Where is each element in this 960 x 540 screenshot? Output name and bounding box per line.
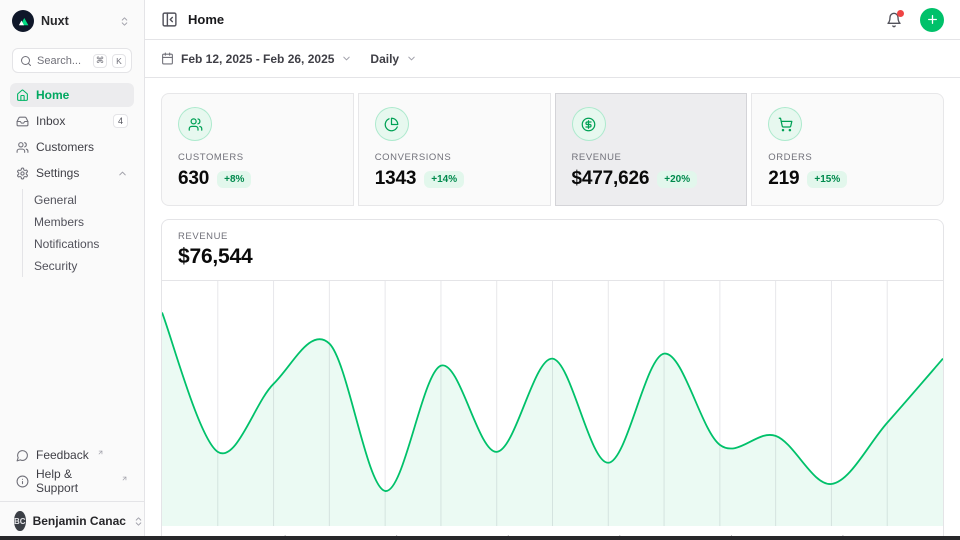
collapse-sidebar-button[interactable] <box>161 11 178 28</box>
date-range-picker[interactable]: Feb 12, 2025 - Feb 26, 2025 <box>161 52 352 66</box>
stat-value: 1343 <box>375 168 417 190</box>
sidebar-item-settings[interactable]: Settings <box>10 161 134 185</box>
sidebar-item-members[interactable]: Members <box>34 211 134 233</box>
revenue-area-chart[interactable]: 14 Feb16 Feb18 Feb20 Feb22 Feb24 Feb <box>162 281 943 540</box>
chevron-down-icon <box>341 53 352 64</box>
external-link-icon <box>121 475 128 482</box>
users-icon <box>16 141 29 154</box>
revenue-chart-card: REVENUE $76,544 14 Feb16 Feb18 Feb20 Feb… <box>161 219 944 540</box>
sidebar-item-general[interactable]: General <box>34 189 134 211</box>
shopping-cart-icon <box>768 107 802 141</box>
sidebar-item-security[interactable]: Security <box>34 255 134 277</box>
stat-card-orders[interactable]: ORDERS 219 +15% <box>751 93 944 206</box>
chart-header: REVENUE $76,544 <box>162 220 943 281</box>
chevron-down-icon <box>406 53 417 64</box>
page-title: Home <box>188 12 876 27</box>
stat-label: ORDERS <box>768 152 927 163</box>
filters-toolbar: Feb 12, 2025 - Feb 26, 2025 Daily <box>145 40 960 78</box>
user-menu[interactable]: BC Benjamin Canac <box>10 508 134 534</box>
page-header: Home <box>145 0 960 40</box>
sidebar-item-label: Inbox <box>36 114 106 128</box>
stats-row: CUSTOMERS 630 +8% CONVERSIONS 1343 +14% <box>161 93 944 206</box>
sidebar-footer-nav: Feedback Help & Support <box>10 443 134 493</box>
gear-icon <box>16 167 29 180</box>
date-range-value: Feb 12, 2025 - Feb 26, 2025 <box>181 52 334 66</box>
message-circle-icon <box>16 449 29 462</box>
stat-card-revenue[interactable]: REVENUE $477,626 +20% <box>555 93 748 206</box>
kbd-cmd: ⌘ <box>93 54 107 68</box>
sidebar-divider <box>0 501 144 502</box>
stat-label: REVENUE <box>572 152 731 163</box>
page-content: CUSTOMERS 630 +8% CONVERSIONS 1343 +14% <box>145 78 960 540</box>
stat-label: CUSTOMERS <box>178 152 337 163</box>
kbd-k: K <box>112 54 126 68</box>
workspace-name: Nuxt <box>41 14 112 28</box>
chart-metric-value: $76,544 <box>178 245 927 269</box>
chevrons-up-down-icon <box>119 16 130 27</box>
stat-delta-badge: +14% <box>424 171 464 188</box>
sidebar-item-feedback[interactable]: Feedback <box>10 443 134 467</box>
workspace-switcher[interactable]: Nuxt <box>10 8 134 34</box>
sidebar-item-label: Customers <box>36 140 128 154</box>
notification-dot <box>897 10 904 17</box>
inbox-icon <box>16 115 29 128</box>
sidebar-item-notifications[interactable]: Notifications <box>34 233 134 255</box>
stat-card-customers[interactable]: CUSTOMERS 630 +8% <box>161 93 354 206</box>
sidebar-spacer <box>10 277 134 443</box>
sidebar-item-customers[interactable]: Customers <box>10 135 134 159</box>
inbox-count-badge: 4 <box>113 114 128 128</box>
sidebar-nav: Home Inbox 4 Customers Settings <box>10 83 134 277</box>
nuxt-logo-icon <box>12 10 34 32</box>
viewport-bottom-edge <box>0 536 960 540</box>
house-icon <box>16 89 29 102</box>
chevron-up-icon <box>117 168 128 179</box>
search-icon <box>20 55 32 67</box>
chart-pie-icon <box>375 107 409 141</box>
granularity-value: Daily <box>370 52 399 66</box>
users-icon <box>178 107 212 141</box>
info-circle-icon <box>16 475 29 488</box>
sidebar-item-label: Feedback <box>36 448 89 462</box>
app-window: Nuxt ⌘ K Home Inbo <box>0 0 960 540</box>
stat-value: 630 <box>178 168 209 190</box>
calendar-icon <box>161 52 174 65</box>
notifications-button[interactable] <box>886 12 902 28</box>
settings-subnav: General Members Notifications Security <box>22 189 134 277</box>
avatar: BC <box>14 511 26 531</box>
sidebar-item-inbox[interactable]: Inbox 4 <box>10 109 134 133</box>
stat-value: $477,626 <box>572 168 650 190</box>
sidebar-item-home[interactable]: Home <box>10 83 134 107</box>
stat-card-conversions[interactable]: CONVERSIONS 1343 +14% <box>358 93 551 206</box>
sidebar-item-label: Settings <box>36 166 110 180</box>
sidebar-item-label: Home <box>36 88 128 102</box>
sidebar: Nuxt ⌘ K Home Inbo <box>0 0 145 540</box>
stat-delta-badge: +15% <box>807 171 847 188</box>
stat-value: 219 <box>768 168 799 190</box>
sidebar-item-label: Help & Support <box>36 467 113 495</box>
stat-delta-badge: +20% <box>657 171 697 188</box>
stat-label: CONVERSIONS <box>375 152 534 163</box>
chart-metric-label: REVENUE <box>178 231 927 242</box>
external-link-icon <box>97 449 104 456</box>
search-field[interactable]: ⌘ K <box>12 48 132 73</box>
add-button[interactable] <box>920 8 944 32</box>
stat-delta-badge: +8% <box>217 171 251 188</box>
granularity-select[interactable]: Daily <box>370 52 417 66</box>
user-name: Benjamin Canac <box>33 514 126 528</box>
search-input[interactable] <box>37 55 88 67</box>
sidebar-item-help-support[interactable]: Help & Support <box>10 469 134 493</box>
chevrons-up-down-icon <box>133 516 144 527</box>
circle-dollar-icon <box>572 107 606 141</box>
main-area: Home Feb 12, 2025 - Feb 26, 2025 Daily <box>145 0 960 540</box>
